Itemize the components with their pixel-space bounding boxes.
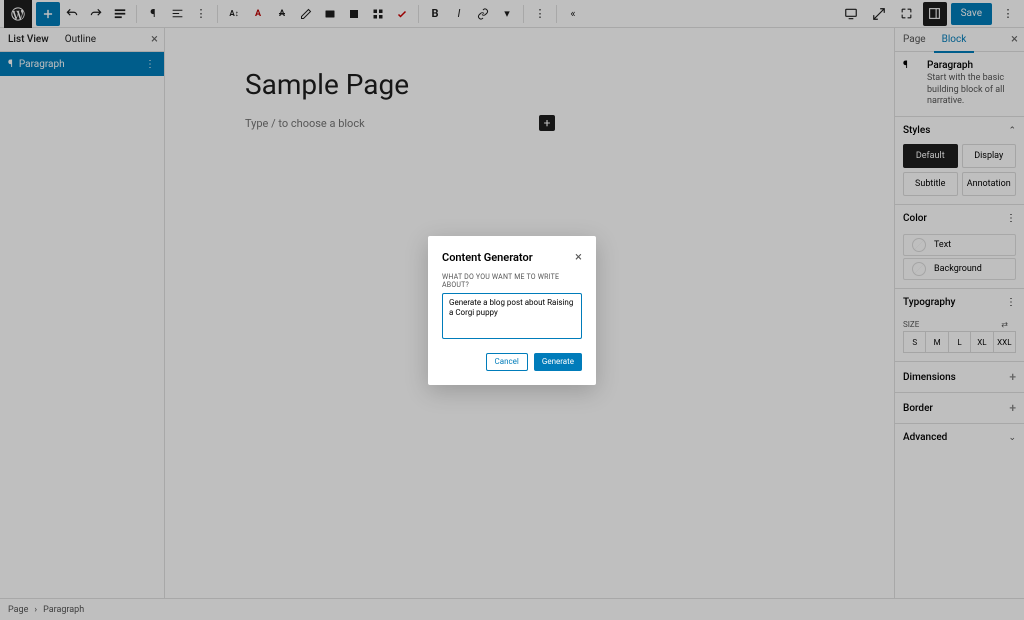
close-modal-button[interactable]: × [575, 250, 582, 265]
modal-overlay[interactable]: Content Generator × WHAT DO YOU WANT ME … [0, 0, 1024, 620]
prompt-textarea[interactable] [442, 293, 582, 339]
modal-prompt-label: WHAT DO YOU WANT ME TO WRITE ABOUT? [442, 273, 582, 289]
content-generator-modal: Content Generator × WHAT DO YOU WANT ME … [428, 236, 596, 385]
cancel-button[interactable]: Cancel [486, 353, 528, 371]
modal-title: Content Generator [442, 251, 533, 264]
generate-button[interactable]: Generate [534, 353, 582, 371]
